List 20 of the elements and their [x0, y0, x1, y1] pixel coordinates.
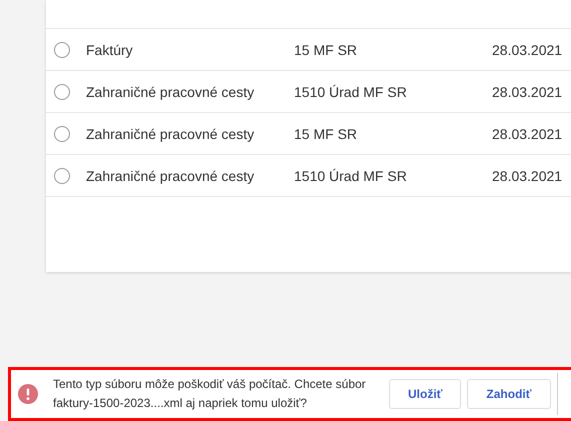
table-cell-text: 15 MF SR [294, 126, 358, 142]
bar-button[interactable]: Zahodiť [467, 379, 550, 409]
table-cell-text: Zahraničné pracovné cesty [86, 84, 256, 100]
bar-button[interactable]: Uložiť [389, 379, 462, 409]
table-cell: 28.03.2021 [492, 84, 562, 100]
table-cell-text: 1510 Úrad MF SR [294, 84, 408, 100]
radio-button[interactable] [54, 84, 70, 100]
table-cell: 28.03.2021 [492, 126, 562, 142]
warning-icon [18, 384, 38, 404]
table-cell-text: Zahraničné pracovné cesty [86, 168, 256, 184]
table-cell-text: Faktúry [86, 42, 134, 58]
table-cell: 28.03.2021 [492, 42, 562, 58]
radio-button[interactable] [54, 168, 70, 184]
radio-button[interactable] [54, 126, 70, 142]
table-cell-text: 1510 Úrad MF SR [294, 168, 408, 184]
table-cell-text: Zahraničné pracovné cesty [86, 126, 256, 142]
radio-button[interactable] [54, 42, 70, 58]
warning-message: Tento typ súboru môže poškodiť váš počítač. Chcete súbor faktury-1500-2023....xml aj napriek tomu uložiť? [53, 376, 367, 412]
table-cell: 28.03.2021 [492, 168, 562, 184]
table-cell-text: 15 MF SR [294, 42, 358, 58]
